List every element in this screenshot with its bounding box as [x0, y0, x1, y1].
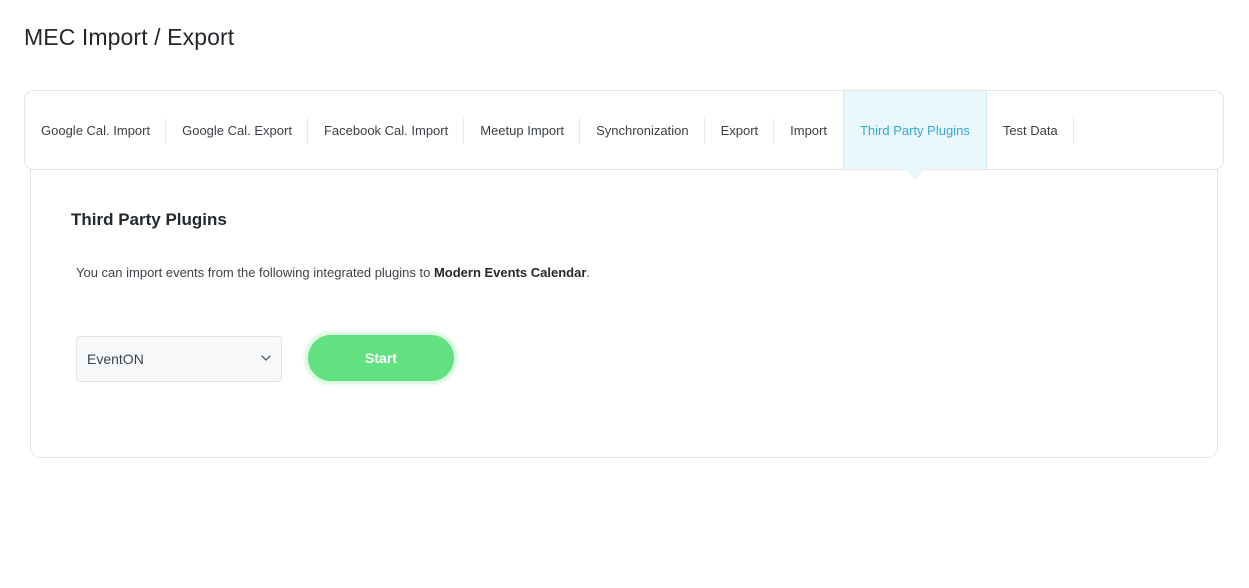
- tabs-bar: Google Cal. Import Google Cal. Export Fa…: [24, 90, 1224, 180]
- tab-label: Google Cal. Import: [41, 122, 151, 138]
- tab-label: Facebook Cal. Import: [323, 122, 449, 138]
- section-title: Third Party Plugins: [71, 210, 227, 229]
- chevron-down-icon: [261, 355, 271, 361]
- description-text: You can import events from the following…: [76, 265, 434, 280]
- tab-label: Google Cal. Export: [182, 122, 292, 138]
- tab-third-party-plugins[interactable]: Third Party Plugins: [842, 91, 987, 180]
- tab-label: Test Data: [1002, 122, 1058, 138]
- tab-label: Third Party Plugins: [859, 122, 970, 138]
- description-suffix: .: [586, 265, 591, 280]
- page-title: MEC Import / Export: [24, 24, 235, 50]
- tab-export[interactable]: Export: [705, 91, 775, 169]
- tab-synchronization[interactable]: Synchronization: [580, 91, 705, 169]
- tab-test-data[interactable]: Test Data: [987, 91, 1074, 169]
- tab-label: Export: [720, 122, 759, 138]
- tab-import[interactable]: Import: [774, 91, 843, 169]
- tab-label: Meetup Import: [480, 122, 565, 138]
- content-panel: Third Party Plugins You can import event…: [30, 168, 1218, 458]
- tab-google-cal-export[interactable]: Google Cal. Export: [166, 91, 308, 169]
- active-tab-pointer: [904, 169, 925, 180]
- start-button[interactable]: Start: [305, 332, 457, 384]
- plugin-select-value: EventON: [87, 351, 144, 367]
- tab-facebook-cal-import[interactable]: Facebook Cal. Import: [308, 91, 465, 169]
- plugin-select[interactable]: EventON: [76, 336, 282, 382]
- tab-meetup-import[interactable]: Meetup Import: [464, 91, 581, 169]
- tab-label: Import: [790, 122, 827, 138]
- tab-label: Synchronization: [596, 122, 689, 138]
- tab-google-cal-import[interactable]: Google Cal. Import: [25, 91, 167, 169]
- section-description: You can import events from the following…: [76, 265, 590, 280]
- tab-separator: [1072, 118, 1074, 144]
- plugin-name: Modern Events Calendar: [433, 265, 587, 280]
